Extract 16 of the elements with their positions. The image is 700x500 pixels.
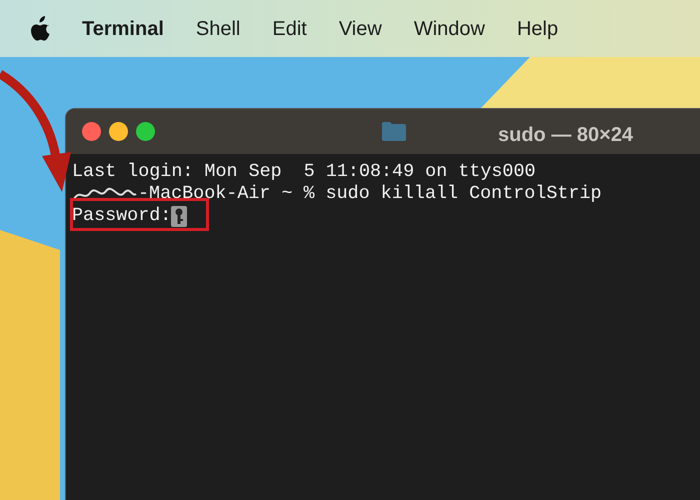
folder-icon xyxy=(382,121,406,141)
zoom-button[interactable] xyxy=(136,122,155,141)
window-title: sudo — 80×24 xyxy=(498,123,634,148)
menu-item[interactable]: Window xyxy=(398,14,501,44)
app-menu[interactable]: Terminal xyxy=(66,14,180,44)
apple-icon[interactable] xyxy=(30,16,52,42)
login-message: Last login: Mon Sep 5 11:08:49 on ttys000 xyxy=(72,161,536,183)
key-icon xyxy=(171,206,188,226)
menu-item[interactable]: View xyxy=(322,14,398,44)
password-prompt: Password: xyxy=(72,205,172,227)
minimize-button[interactable] xyxy=(109,122,128,141)
menu-item[interactable]: Help xyxy=(500,14,574,44)
command-line: -MacBook-Air ~ % sudo killall ControlStrip xyxy=(138,183,602,205)
menu-item[interactable]: Edit xyxy=(256,14,323,44)
close-button[interactable] xyxy=(82,122,101,141)
menu-item[interactable]: Shell xyxy=(180,14,256,44)
